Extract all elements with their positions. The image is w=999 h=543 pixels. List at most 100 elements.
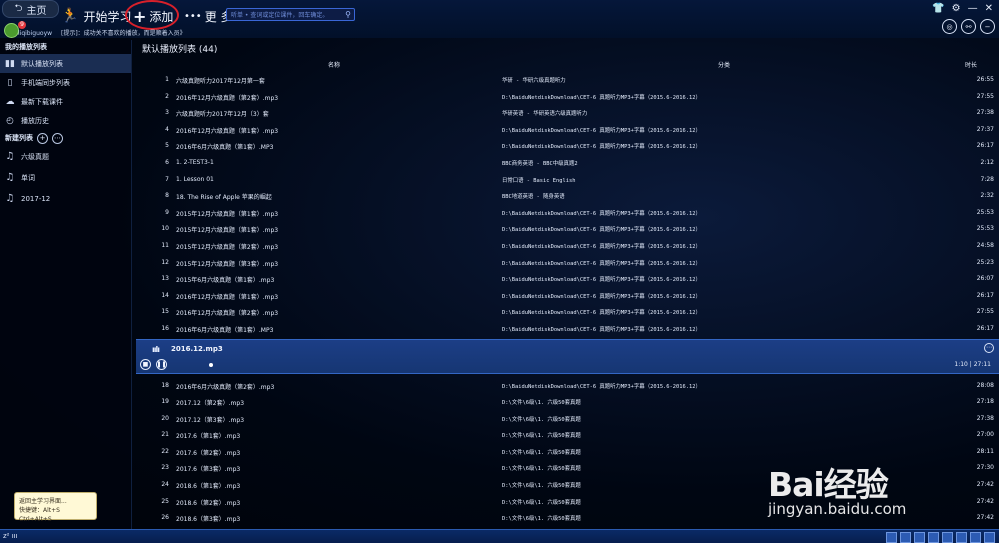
table-row[interactable]: 7 1. Lesson 01 日常口语 - Basic English 7:28: [138, 172, 999, 189]
track-category: D:\BaiduNetdiskDownload\CET-6 真题听力MP3+字幕…: [502, 310, 701, 317]
sidebar-item-phone-sync[interactable]: ▯ 手机端同步列表: [0, 73, 131, 92]
home-button[interactable]: ⮌ 主页: [2, 0, 59, 18]
table-row[interactable]: 4 2016年12月六级真题（第1套）.mp3 D:\BaiduNetdiskDow…: [138, 122, 999, 139]
table-row[interactable]: 9 2015年12月六级真题（第1套）.mp3 D:\BaiduNetdiskDow…: [138, 205, 999, 222]
track-category: D:\文件\6级\1. 六级50套真题: [502, 433, 581, 440]
tray-icon[interactable]: [928, 532, 939, 543]
avatar[interactable]: [4, 23, 19, 38]
row-number: 4: [165, 125, 169, 133]
now-playing-bar: ıılı 2016.12.mp3 ■ ❚❚ 1:10 | 27:11 ⋯: [136, 338, 999, 374]
track-category: 日常口语 - Basic English: [502, 177, 576, 184]
sidebar-item-label: 六级真题: [21, 152, 49, 161]
sidebar-item-list-words[interactable]: ♫ 单词: [0, 167, 131, 188]
add-list-icon[interactable]: +: [37, 132, 48, 144]
track-duration: 27:38: [976, 414, 994, 422]
track-category: BBC地道英语 - 随身英语: [502, 194, 565, 201]
status-left-text: z² ııı: [3, 532, 18, 540]
table-row[interactable]: 12 2015年12月六级真题（第3套）.mp3 D:\BaiduNetdiskDo…: [138, 255, 999, 272]
new-list-header: 新建列表 + ⋯: [0, 130, 131, 146]
track-category: D:\BaiduNetdiskDownload\CET-6 真题听力MP3+字幕…: [502, 326, 701, 333]
gear-icon[interactable]: ⚙: [952, 3, 961, 14]
clock-icon: ◴: [6, 115, 14, 126]
track-name: 2018.6（第3套）.mp3: [176, 516, 241, 524]
table-row[interactable]: 19 2017.12（第2套）.mp3 D:\文件\6级\1. 六级50套真题 27:…: [138, 394, 999, 411]
runner-icon: 🏃: [61, 8, 79, 24]
music-note-icon: ♫: [5, 151, 15, 162]
track-duration: 25:53: [976, 208, 994, 216]
row-number: 19: [161, 398, 169, 406]
circle-action-icons: ◎ ⚯ −: [942, 19, 995, 34]
sidebar-item-label: 单词: [21, 173, 35, 182]
progress-knob[interactable]: [209, 362, 214, 367]
window-controls: 👕 ⚙ — ✕: [932, 3, 993, 14]
table-row[interactable]: 8 18. The Rise of Apple 苹果的崛起 BBC地道英语 - 随身…: [138, 188, 999, 205]
tray-icon[interactable]: [970, 532, 981, 543]
row-number: 9: [165, 208, 169, 216]
home-label: 主页: [26, 5, 47, 17]
sidebar-item-history[interactable]: ◴ 播放历史: [0, 111, 131, 130]
list-options-icon[interactable]: ⋯: [52, 132, 63, 144]
table-row[interactable]: 14 2016年12月六级真题（第1套）.mp3 D:\BaiduNetdiskDo…: [138, 288, 999, 305]
track-category: D:\文件\6级\1. 六级50套真题: [502, 416, 581, 423]
search-icon[interactable]: ⚲: [345, 10, 354, 19]
close-icon[interactable]: ✕: [985, 3, 993, 14]
track-duration: 26:55: [976, 76, 994, 83]
track-name: 2018.6（第1套）.mp3: [176, 483, 241, 491]
sidebar-item-list-cet6[interactable]: ♫ 六级真题: [0, 146, 131, 167]
app-window: ⮌ 主页 9 liqibiguoyw 🏃 开始学习 + 添加 ••• 更 多 听…: [0, 0, 999, 543]
row-number: 15: [161, 308, 169, 316]
tray-icon[interactable]: [984, 532, 995, 543]
track-duration: 25:53: [976, 225, 994, 233]
table-row[interactable]: 21 2017.6（第1套）.mp3 D:\文件\6级\1. 六级50套真题 27:0…: [138, 427, 999, 444]
table-row[interactable]: 18 2016年6月六级真题（第2套）.mp3 D:\BaiduNetdiskDow…: [138, 378, 999, 395]
sidebar-item-latest-downloads[interactable]: ☁ 最新下载课件: [0, 92, 131, 111]
track-name: 2015年6月六级真题（第1套）.mp3: [176, 277, 275, 285]
stop-button[interactable]: ■: [140, 358, 151, 370]
table-row[interactable]: 5 2016年6月六级真题（第1套）.MP3 D:\BaiduNetdiskDown…: [138, 138, 999, 155]
column-header-name[interactable]: 名称: [328, 60, 340, 69]
table-row[interactable]: 3 六级真题听力2017年12月（3）套 华研英语 - 华研英语六级真题听力 27:3…: [138, 105, 999, 122]
tray-icon[interactable]: [886, 532, 897, 543]
track-duration: 28:11: [976, 447, 994, 455]
track-category: D:\文件\6级\1. 六级50套真题: [502, 449, 581, 456]
track-category: 华研 - 华研六级真题听力: [502, 78, 566, 84]
track-category: D:\BaiduNetdiskDownload\CET-6 真题听力MP3+字幕…: [502, 293, 701, 300]
row-number: 11: [161, 241, 169, 249]
start-learning-button[interactable]: 🏃 开始学习: [61, 6, 131, 26]
sidebar-item-default-playlist[interactable]: ▮▮ 默认播放列表: [0, 54, 131, 73]
row-number: 22: [161, 447, 169, 455]
table-row[interactable]: 15 2016年12月六级真题（第2套）.mp3 D:\BaiduNetdiskDo…: [138, 304, 999, 321]
more-options-icon[interactable]: ⋯: [984, 342, 994, 353]
search-input[interactable]: 听单 • 查词或定位课件，回车确定。 ⚲: [226, 8, 355, 21]
minimize-icon[interactable]: —: [968, 3, 978, 14]
search-placeholder: 听单 • 查词或定位课件，回车确定。: [231, 12, 329, 19]
row-number: 20: [161, 414, 169, 422]
pause-button[interactable]: ❚❚: [156, 358, 167, 370]
minus-circle-icon[interactable]: −: [980, 19, 995, 34]
table-row[interactable]: 16 2016年6月六级真题（第1套）.MP3 D:\BaiduNetdiskDow…: [138, 321, 999, 338]
table-row[interactable]: 6 1. 2-TEST3-1 BBC商务英语 - BBC中级真题2 2:12: [138, 155, 999, 172]
table-row[interactable]: 13 2015年6月六级真题（第1套）.mp3 D:\BaiduNetdiskDow…: [138, 271, 999, 288]
tray-icon[interactable]: [900, 532, 911, 543]
username: liqibiguoyw: [18, 30, 53, 37]
track-name: 2018.6（第2套）.mp3: [176, 499, 241, 507]
tray-icon[interactable]: [942, 532, 953, 543]
link-icon[interactable]: ⚯: [961, 19, 976, 34]
tray-icon[interactable]: [956, 532, 967, 543]
track-duration: 7:28: [980, 175, 994, 183]
sidebar-item-list-2017-12[interactable]: ♫ 2017-12: [0, 188, 131, 209]
track-duration: 27:37: [976, 125, 994, 133]
table-row[interactable]: 20 2017.12（第3套）.mp3 D:\文件\6级\1. 六级50套真题 27:…: [138, 411, 999, 428]
target-icon[interactable]: ◎: [942, 19, 957, 34]
shirt-icon[interactable]: 👕: [932, 3, 944, 14]
notice-text: [提示]：成功关不喜欢的播放，而是顺着入员》: [61, 30, 186, 37]
table-row[interactable]: 1 六级真题听力2017年12月第一套 华研 - 华研六级真题听力 26:55: [138, 72, 999, 89]
table-row[interactable]: 10 2015年12月六级真题（第1套）.mp3 D:\BaiduNetdiskDo…: [138, 221, 999, 238]
table-row[interactable]: 2 2016年12月六级真题（第2套）.mp3 D:\BaiduNetdiskDow…: [138, 89, 999, 106]
cloud-icon: ☁: [5, 96, 15, 107]
column-header-category[interactable]: 分类: [718, 60, 730, 69]
column-header-duration[interactable]: 时长: [965, 60, 977, 69]
table-row[interactable]: 11 2015年12月六级真题（第2套）.mp3 D:\BaiduNetdiskDo…: [138, 238, 999, 255]
track-duration: 26:17: [976, 291, 994, 299]
tray-icon[interactable]: [914, 532, 925, 543]
